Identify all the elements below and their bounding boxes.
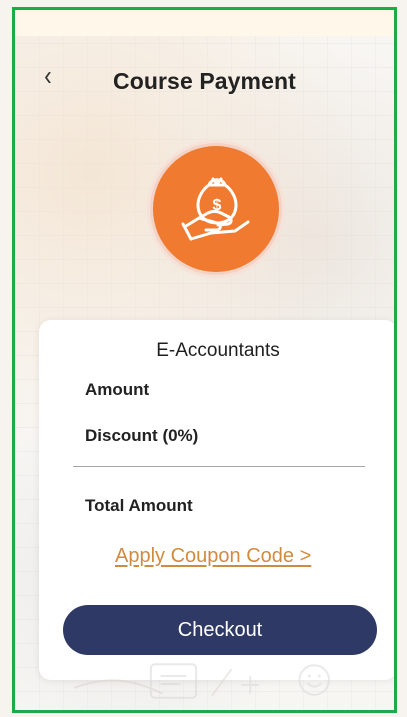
money-bag-hand-icon: $: [181, 177, 250, 241]
checkout-button[interactable]: Checkout: [63, 605, 377, 655]
amount-label: Amount: [85, 380, 150, 399]
total-amount-label: Total Amount: [85, 496, 193, 515]
background-doodles: [73, 663, 331, 699]
payment-illustration: $: [147, 140, 285, 278]
discount-label: Discount (0%): [85, 426, 199, 445]
header: ‹ Course Payment: [15, 56, 394, 106]
course-name: E-Accountants: [156, 340, 280, 361]
chevron-left-icon: ‹: [44, 60, 52, 91]
top-band: [15, 10, 394, 36]
back-button[interactable]: ‹: [38, 62, 57, 90]
apply-coupon-link[interactable]: Apply Coupon Code >: [115, 545, 311, 568]
divider: [73, 466, 365, 467]
payment-card: E-Accountants Amount Discount (0%) Total…: [39, 320, 394, 680]
page-title: Course Payment: [113, 68, 296, 94]
payment-illustration-circle: $: [153, 146, 279, 272]
app-frame: ‹ Course Payment $ E-Accountants Amount …: [12, 7, 397, 713]
